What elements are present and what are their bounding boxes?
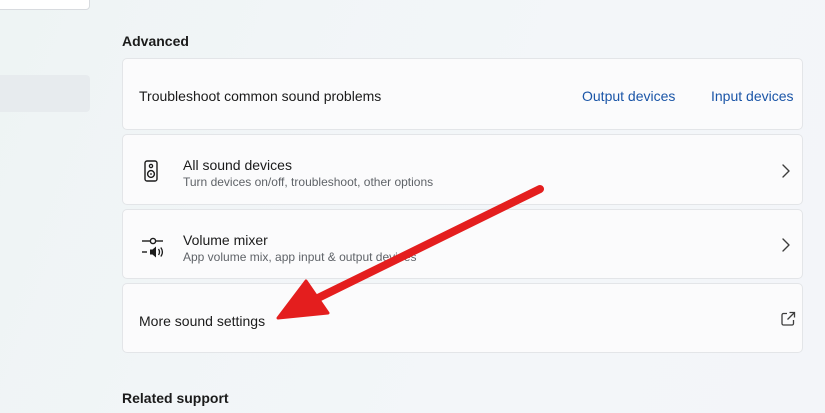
speaker-icon [143,160,159,187]
all-sound-devices-title: All sound devices [183,157,292,173]
nav-search-box[interactable] [0,0,90,10]
chevron-right-icon [778,237,794,253]
external-link-icon [780,311,796,327]
more-sound-settings-title: More sound settings [139,313,266,329]
output-devices-link[interactable]: Output devices [582,88,675,104]
more-sound-settings-card[interactable]: More sound settings [122,283,803,353]
advanced-heading: Advanced [122,33,189,49]
all-sound-devices-card[interactable]: All sound devices Turn devices on/off, t… [122,134,803,205]
volume-mixer-card[interactable]: Volume mixer App volume mix, app input &… [122,209,803,279]
chevron-right-icon [778,163,794,179]
mixer-icon [141,234,165,263]
nav-selected-item[interactable] [0,75,90,112]
troubleshoot-label: Troubleshoot common sound problems [139,88,382,104]
volume-mixer-subtitle: App volume mix, app input & output devic… [183,250,417,264]
troubleshoot-card: Troubleshoot common sound problems Outpu… [122,58,803,130]
all-sound-devices-subtitle: Turn devices on/off, troubleshoot, other… [183,175,434,189]
related-support-heading: Related support [122,390,229,406]
volume-mixer-title: Volume mixer [183,232,268,248]
input-devices-link[interactable]: Input devices [711,88,794,104]
